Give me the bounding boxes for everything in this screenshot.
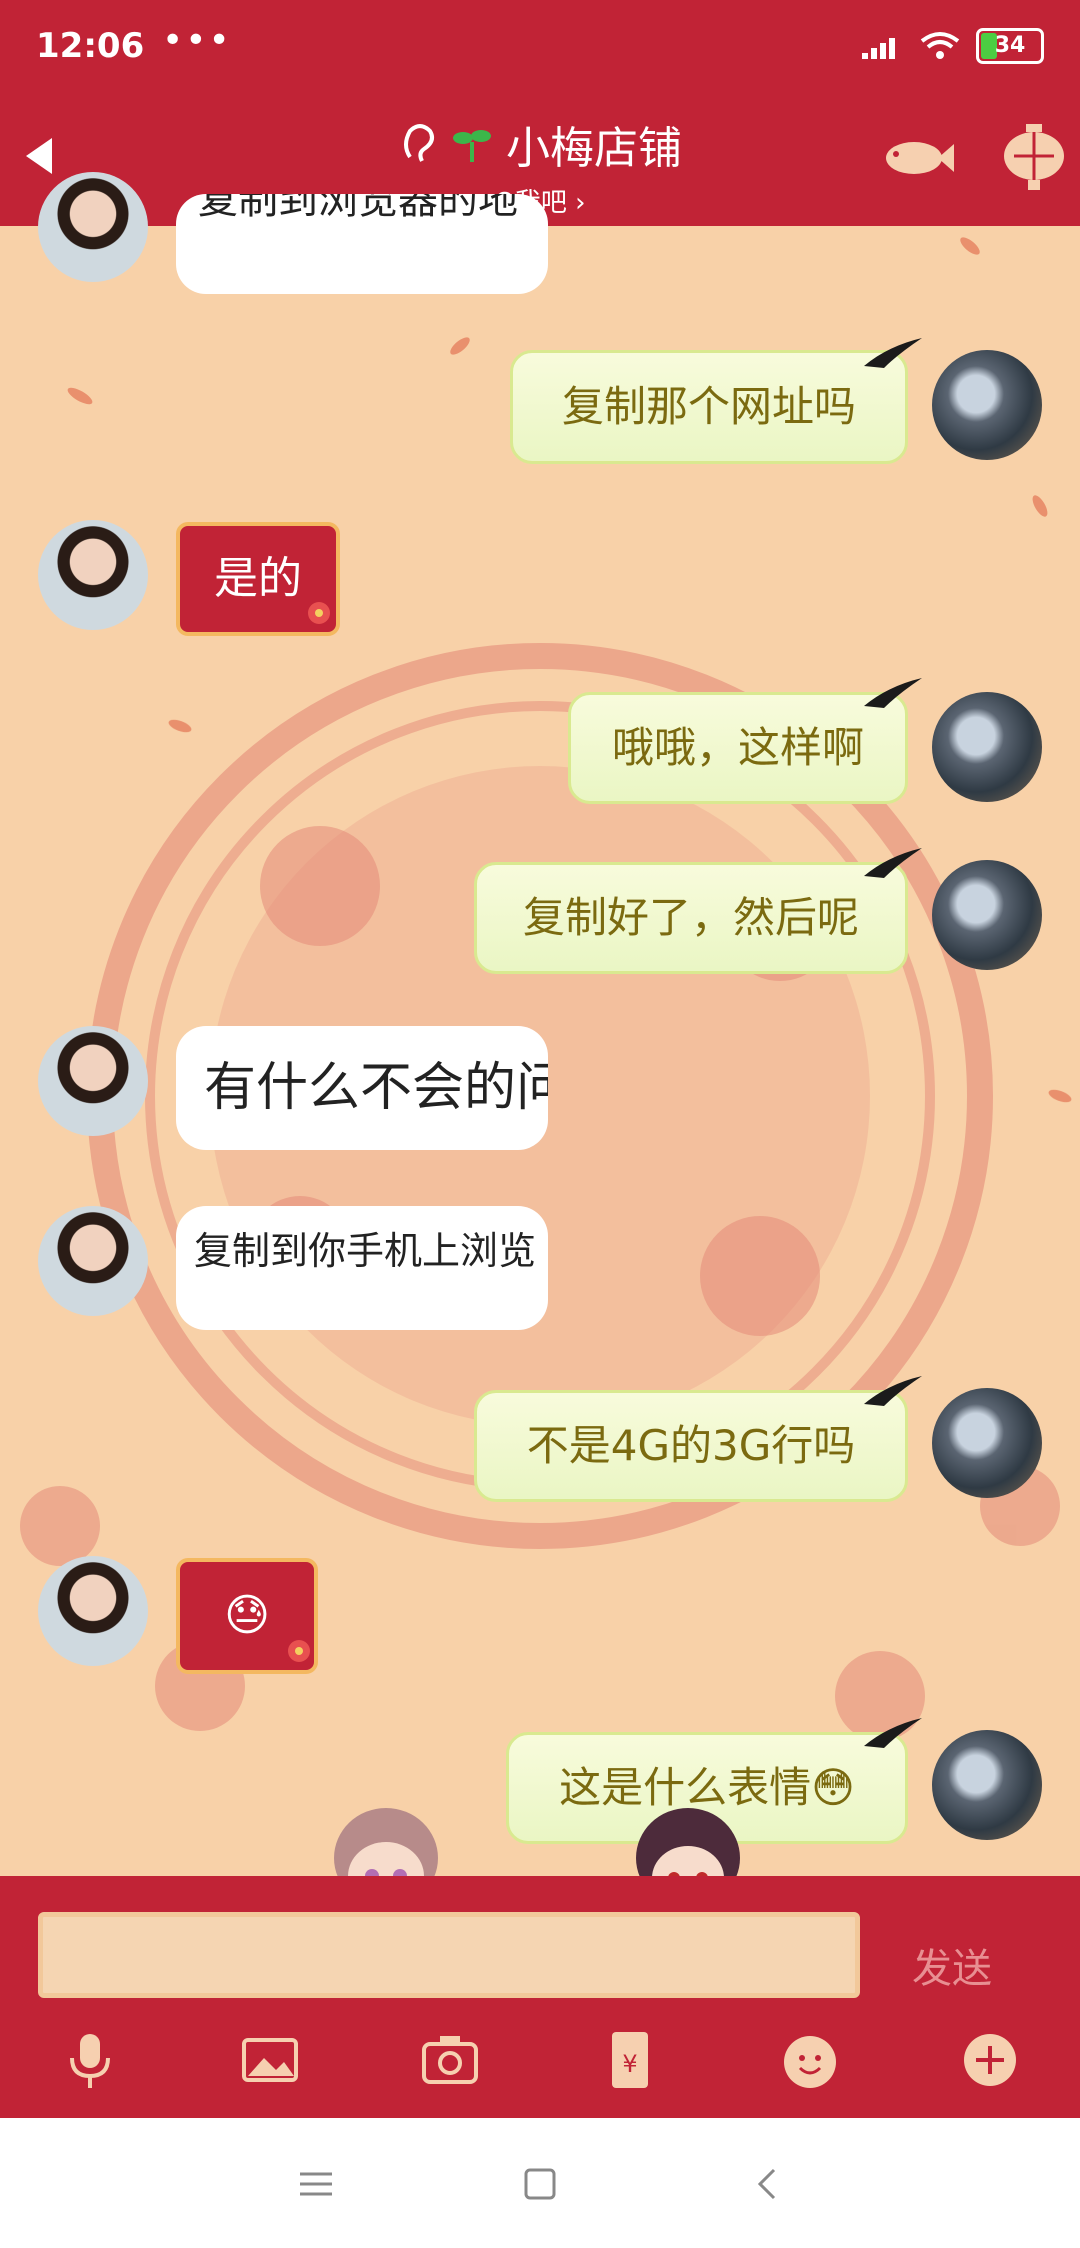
contact-avatar[interactable] — [38, 1206, 148, 1316]
status-time: 12:06 — [36, 26, 145, 66]
contact-avatar[interactable] — [38, 1026, 148, 1136]
message-bubble[interactable]: 复制到浏览器的地 — [176, 194, 548, 294]
status-more-dots: ••• — [162, 20, 232, 61]
my-avatar[interactable] — [932, 860, 1042, 970]
message-text: 是的 — [214, 553, 302, 604]
my-avatar[interactable] — [932, 1388, 1042, 1498]
contact-avatar[interactable] — [38, 172, 148, 282]
swallow-icon — [864, 848, 922, 878]
message-input-bar: 发送 ¥ — [0, 1876, 1080, 2118]
message-text: 复制到你手机上浏览 — [194, 1229, 537, 1273]
fish-icon[interactable] — [876, 118, 956, 198]
image-icon[interactable] — [238, 2028, 302, 2092]
message-text: 有什么不会的问 — [204, 1058, 548, 1118]
contact-avatar[interactable] — [38, 520, 148, 630]
swallow-icon — [864, 1376, 922, 1406]
plum-flower-icon — [308, 602, 330, 624]
my-avatar[interactable] — [932, 692, 1042, 802]
message-bubble[interactable]: 哦哦，这样啊 — [568, 692, 908, 804]
my-avatar[interactable] — [932, 350, 1042, 460]
contact-avatar[interactable] — [38, 1556, 148, 1666]
my-avatar[interactable] — [932, 1730, 1042, 1840]
message-bubble[interactable]: 复制那个网址吗 — [510, 350, 908, 464]
ear-icon — [404, 124, 434, 162]
svg-text:¥: ¥ — [622, 2050, 637, 2078]
swallow-icon — [864, 338, 922, 368]
home-icon[interactable] — [520, 2164, 560, 2204]
battery-icon: 34 — [976, 28, 1044, 64]
message-input[interactable] — [57, 1927, 841, 1985]
page-title: 小梅店铺 — [506, 123, 682, 174]
menu-icon[interactable] — [296, 2164, 336, 2204]
mic-icon[interactable] — [58, 2028, 122, 2092]
message-bubble[interactable]: 复制到你手机上浏览 — [176, 1206, 548, 1330]
red-packet-icon[interactable]: ¥ — [598, 2028, 662, 2092]
message-bubble[interactable]: 不是4G的3G行吗 — [474, 1390, 908, 1502]
chat-header: 12:06 ••• 34 小梅店铺 Q我吧 — [0, 0, 1080, 226]
lantern-icon[interactable] — [994, 118, 1074, 198]
input-toolbar: ¥ — [0, 2028, 1080, 2114]
message-bubble[interactable]: 复制好了，然后呢 — [474, 862, 908, 974]
message-text: 不是4G的3G行吗 — [526, 1421, 856, 1470]
message-text: 复制那个网址吗 — [561, 382, 856, 431]
signal-icon — [862, 38, 895, 59]
sprout-icon — [453, 130, 491, 162]
camera-icon[interactable] — [418, 2028, 482, 2092]
message-text: 复制到浏览器的地 — [198, 194, 518, 223]
message-bubble[interactable]: 有什么不会的问 — [176, 1026, 548, 1150]
back-icon[interactable] — [748, 2164, 788, 2204]
emoji-icon[interactable] — [778, 2028, 842, 2092]
message-emoji: 😓 — [224, 1590, 270, 1641]
plum-flower-icon — [288, 1640, 310, 1662]
swallow-icon — [864, 678, 922, 708]
message-input-container — [38, 1912, 860, 1998]
status-icons: 34 — [860, 28, 1044, 64]
plus-icon[interactable] — [958, 2028, 1022, 2092]
page-title-row: 小梅店铺 — [398, 112, 682, 176]
wifi-icon — [920, 32, 960, 59]
send-button[interactable]: 发送 — [912, 1936, 992, 1994]
swallow-icon — [864, 1718, 922, 1748]
battery-level: 34 — [994, 33, 1026, 58]
message-text: 哦哦，这样啊 — [611, 723, 864, 772]
system-navigation-bar — [0, 2118, 1080, 2248]
message-text: 复制好了，然后呢 — [522, 893, 859, 942]
